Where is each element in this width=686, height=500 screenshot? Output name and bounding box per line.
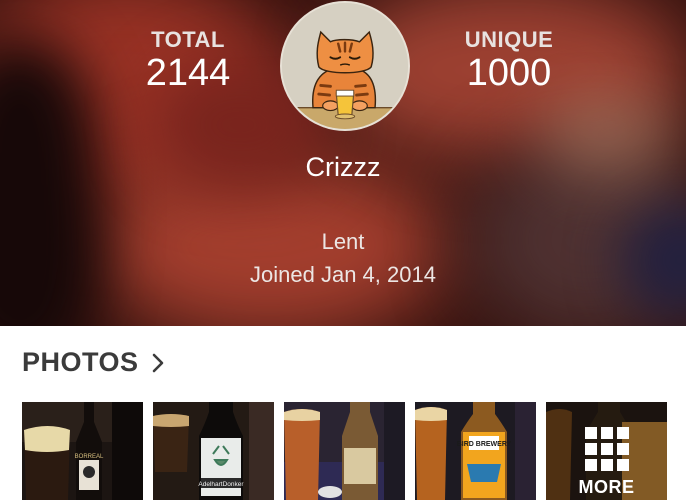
avatar-cat-icon [282, 3, 408, 129]
profile-header: TOTAL 2144 UNIQUE 1000 Crizzz Lent Joine… [0, 0, 686, 326]
username: Crizzz [305, 152, 381, 182]
photos-title: PHOTOS [22, 347, 139, 377]
avatar[interactable] [280, 1, 410, 131]
photo-thumbnail[interactable] [284, 402, 405, 500]
unique-stat[interactable]: UNIQUE 1000 [445, 27, 573, 93]
total-value: 2144 [145, 52, 231, 94]
more-photos-button[interactable]: MORE [546, 402, 667, 500]
photos-header-link[interactable]: PHOTOS [22, 347, 165, 378]
joined-date: Joined Jan 4, 2014 [250, 262, 436, 287]
unique-value: 1000 [466, 52, 552, 94]
total-label: TOTAL [151, 27, 225, 52]
grid-icon [584, 427, 629, 471]
total-stat[interactable]: TOTAL 2144 [128, 27, 248, 93]
location: Lent [321, 229, 365, 254]
photo-strip: BORREAL AdelhartDonker BIRD BREWERY MORE [22, 402, 686, 500]
photo-thumbnail[interactable]: AdelhartDonker [153, 402, 274, 500]
thumb-label-1: BORREAL [75, 454, 104, 460]
more-label: MORE [578, 477, 635, 497]
photo-thumbnail[interactable]: BORREAL [22, 402, 143, 500]
unique-label: UNIQUE [464, 27, 554, 52]
chevron-right-icon [151, 353, 165, 373]
thumb-label-4: BIRD BREWERY [457, 441, 512, 448]
thumb-label-2: AdelhartDonker [198, 481, 244, 488]
more-overlay: MORE [546, 402, 667, 500]
photo-thumbnail[interactable]: BIRD BREWERY [415, 402, 536, 500]
